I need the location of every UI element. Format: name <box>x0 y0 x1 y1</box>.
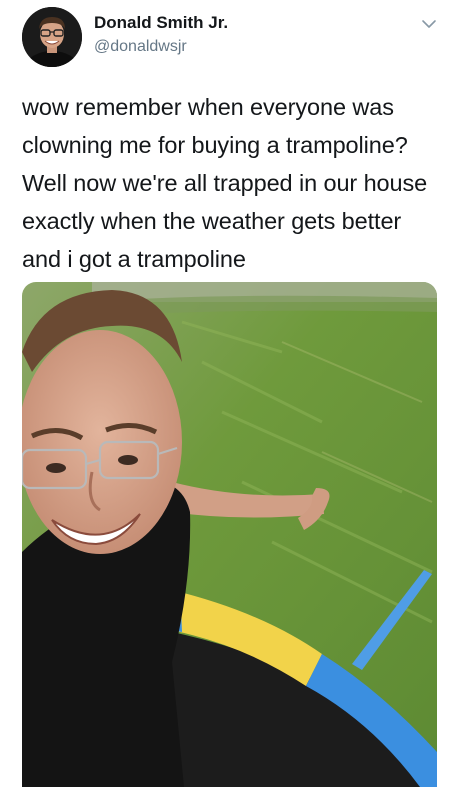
profile-photo-icon <box>22 7 82 67</box>
tweet-media[interactable] <box>22 282 437 787</box>
tweet-header: Donald Smith Jr. @donaldwsjr <box>22 7 442 67</box>
display-name[interactable]: Donald Smith Jr. <box>94 12 228 34</box>
user-handle[interactable]: @donaldwsjr <box>94 36 228 58</box>
chevron-down-icon[interactable] <box>420 15 438 33</box>
tweet-card: Donald Smith Jr. @donaldwsjr wow remembe… <box>0 0 460 787</box>
selfie-photo-icon <box>22 282 437 787</box>
tweet-text: wow remember when everyone was clowning … <box>22 94 428 272</box>
avatar[interactable] <box>22 7 82 67</box>
author-names: Donald Smith Jr. @donaldwsjr <box>94 12 228 58</box>
